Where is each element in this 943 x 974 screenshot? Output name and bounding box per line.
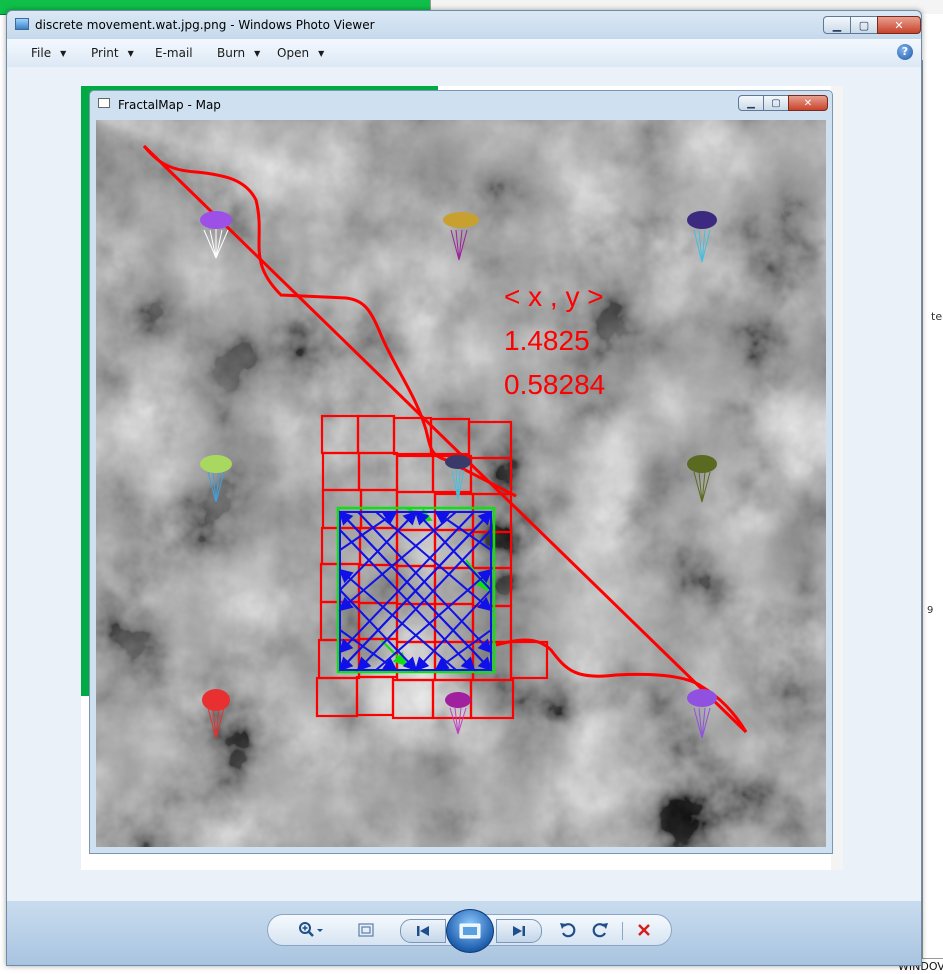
separator — [622, 922, 623, 940]
fractalmap-title: FractalMap - Map — [118, 98, 221, 112]
background-window-right: te 9 — [922, 60, 943, 960]
close-button[interactable]: ✕ — [877, 16, 921, 34]
caption-buttons: ▁ ▢ ✕ — [823, 16, 921, 34]
maximize-button[interactable]: ▢ — [850, 16, 878, 34]
chevron-down-icon: ▼ — [318, 49, 325, 58]
fractalmap-app-icon — [98, 98, 110, 108]
previous-icon[interactable] — [400, 919, 446, 943]
slideshow-icon[interactable] — [446, 909, 494, 953]
window-title: discrete movement.wat.jpg.png - Windows … — [35, 18, 375, 32]
readout-header: < x , y > — [504, 281, 604, 312]
chevron-down-icon: ▼ — [127, 49, 134, 58]
menu-file-label: File — [31, 46, 52, 60]
readout-x: 1.4825 — [504, 325, 590, 356]
zoom-icon[interactable] — [296, 920, 326, 940]
actual-size-icon[interactable] — [356, 920, 376, 940]
menu-email-label: E-mail — [155, 46, 193, 60]
close-icon: ✕ — [788, 95, 828, 111]
fractal-map: < x , y > 1.4825 0.58284 — [96, 120, 826, 847]
help-icon[interactable]: ? — [897, 44, 913, 60]
fractal-map-canvas: < x , y > 1.4825 0.58284 — [96, 120, 826, 847]
menu-print-label: Print — [91, 46, 119, 60]
fractalmap-title-bar: FractalMap - Map ▁ ▢ ✕ — [90, 91, 832, 117]
photo-viewer-app-icon — [15, 18, 29, 30]
rotate-right-icon[interactable] — [590, 920, 610, 940]
fractalmap-caption-buttons: ▁ ▢ ✕ — [738, 95, 828, 111]
menu-burn[interactable]: Burn ▼ — [217, 46, 260, 60]
chevron-down-icon: ▼ — [60, 49, 67, 58]
background-text: 9 — [927, 605, 934, 616]
menu-open-label: Open — [277, 46, 310, 60]
readout-y: 0.58284 — [504, 369, 605, 400]
menu-email[interactable]: E-mail — [155, 46, 193, 60]
menu-burn-label: Burn — [217, 46, 246, 60]
menu-bar: File ▼ Print ▼ E-mail Burn ▼ Open ▼ ? — [7, 39, 921, 68]
menu-open[interactable]: Open ▼ — [277, 46, 324, 60]
maximize-icon: ▢ — [763, 95, 789, 111]
delete-icon[interactable] — [634, 920, 654, 940]
title-bar[interactable]: discrete movement.wat.jpg.png - Windows … — [7, 11, 921, 39]
chevron-down-icon: ▼ — [254, 49, 261, 58]
menu-file[interactable]: File ▼ — [31, 46, 66, 60]
minimize-button[interactable]: ▁ — [823, 16, 851, 34]
displayed-photo: FractalMap - Map ▁ ▢ ✕ < x , y > 1.4825 … — [81, 86, 843, 870]
background-text: te — [931, 310, 943, 323]
controls-bar — [7, 901, 921, 965]
playback-controls — [267, 909, 672, 953]
fractalmap-window: FractalMap - Map ▁ ▢ ✕ < x , y > 1.4825 … — [89, 90, 833, 854]
rotate-left-icon[interactable] — [558, 920, 578, 940]
next-icon[interactable] — [496, 919, 542, 943]
menu-print[interactable]: Print ▼ — [91, 46, 134, 60]
minimize-icon: ▁ — [738, 95, 764, 111]
